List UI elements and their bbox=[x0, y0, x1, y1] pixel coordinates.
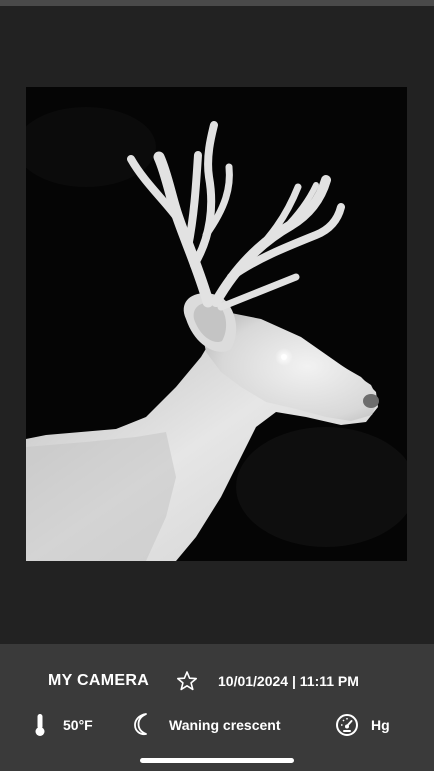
home-indicator[interactable] bbox=[140, 758, 294, 763]
moon-phase-value: Waning crescent bbox=[169, 717, 281, 733]
camera-name[interactable]: MY CAMERA bbox=[48, 672, 149, 690]
status-strip bbox=[0, 0, 434, 6]
photo-timestamp: 10/01/2024 | 11:11 PM bbox=[218, 673, 359, 689]
star-outline-icon[interactable] bbox=[176, 670, 198, 692]
photo-info-panel: MY CAMERA 10/01/2024 | 11:11 PM 50°F Wan… bbox=[0, 644, 434, 771]
trail-camera-photo[interactable] bbox=[26, 87, 407, 561]
pressure-value: Hg bbox=[371, 717, 390, 733]
gauge-icon bbox=[335, 713, 359, 737]
crescent-moon-icon bbox=[133, 712, 155, 736]
photo-detail-screen: MY CAMERA 10/01/2024 | 11:11 PM 50°F Wan… bbox=[0, 0, 434, 771]
thermometer-icon bbox=[32, 713, 48, 737]
camera-row: MY CAMERA 10/01/2024 | 11:11 PM bbox=[0, 670, 434, 694]
conditions-row: 50°F Waning crescent Hg bbox=[0, 710, 434, 738]
temperature-value: 50°F bbox=[63, 717, 93, 733]
deer-photo-image bbox=[26, 87, 407, 561]
